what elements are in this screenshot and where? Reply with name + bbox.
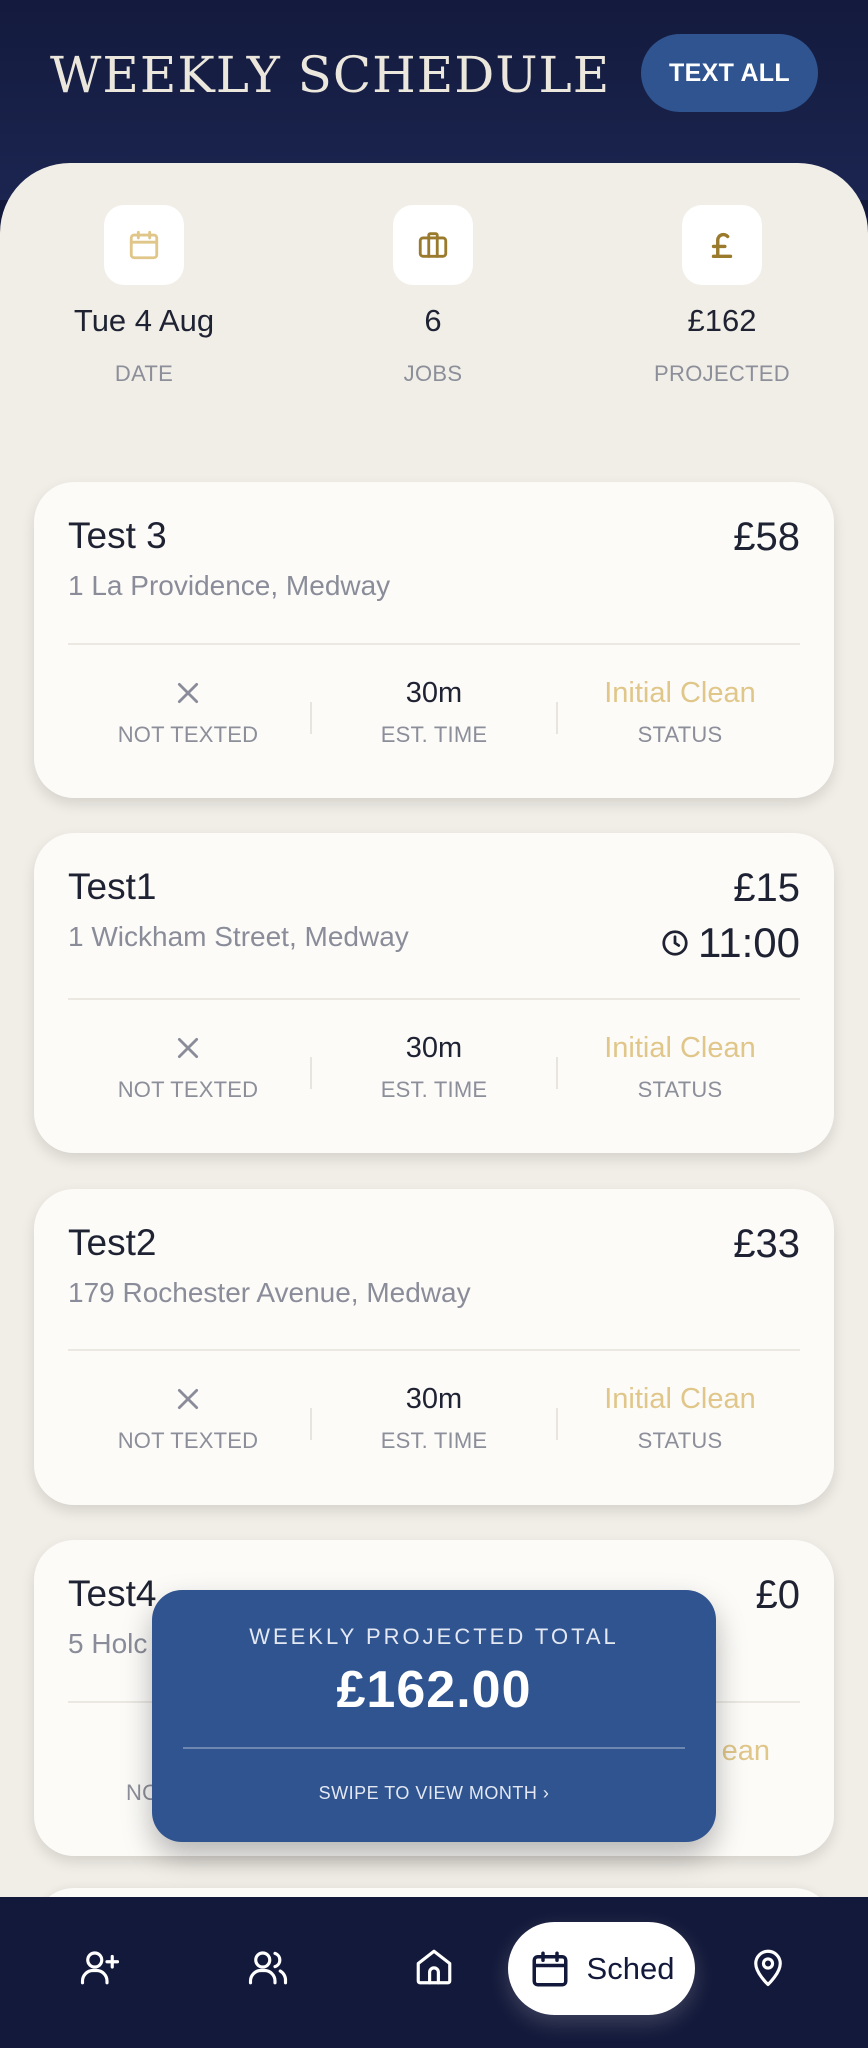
texted-label: NOT TEXTED <box>117 722 259 747</box>
text-status-column[interactable]: NOT TEXTED <box>66 1380 310 1454</box>
est-time-label: EST. TIME <box>380 722 488 747</box>
stat-value: £162 <box>687 303 757 338</box>
calendar-icon <box>104 205 184 285</box>
est-time-value: 30m <box>405 676 463 709</box>
texted-label: NOT TEXTED <box>117 1428 259 1453</box>
text-all-button[interactable]: TEXT ALL <box>641 34 818 112</box>
home-icon[interactable] <box>404 1937 464 1997</box>
job-address: 179 Rochester Avenue, Medway <box>68 1277 471 1308</box>
status-column: Initial Clean STATUS <box>558 1380 802 1454</box>
status-value: Initial Clean <box>604 1031 756 1064</box>
est-time-value: 30m <box>405 1382 463 1415</box>
job-price: £15 <box>733 866 800 910</box>
job-card[interactable]: Test 3 1 La Providence, Medway £58 NOT T… <box>34 482 834 798</box>
job-name: Test4 <box>68 1573 157 1614</box>
status-value: Initial Clean <box>604 676 756 709</box>
job-time: 11:00 <box>660 919 800 967</box>
status-column: Initial Clean STATUS <box>558 1029 802 1103</box>
close-icon <box>66 1380 310 1418</box>
job-address: 1 La Providence, Medway <box>68 570 391 601</box>
job-name: Test2 <box>68 1222 157 1263</box>
page-title: WEEKLY SCHEDULE <box>50 46 611 104</box>
close-icon <box>66 674 310 712</box>
est-time-label: EST. TIME <box>380 1428 488 1453</box>
est-time-column: 30m EST. TIME <box>312 1029 556 1103</box>
pound-icon <box>682 205 762 285</box>
text-status-column[interactable]: NOT TEXTED <box>66 1029 310 1103</box>
job-time-value: 11:00 <box>698 919 800 966</box>
stat-value: Tue 4 Aug <box>73 303 215 338</box>
status-label: STATUS <box>637 1077 723 1102</box>
stat-value: 6 <box>424 303 442 338</box>
divider <box>68 1349 800 1351</box>
briefcase-icon <box>393 205 473 285</box>
text-status-column[interactable]: NOT TEXTED <box>66 674 310 748</box>
est-time-label: EST. TIME <box>380 1077 488 1102</box>
stat-date: Tue 4 Aug DATE <box>44 205 244 387</box>
job-address: 1 Wickham Street, Medway <box>68 921 409 952</box>
divider <box>68 643 800 645</box>
stat-label: JOBS <box>403 361 463 386</box>
est-time-value: 30m <box>405 1031 463 1064</box>
weekly-total-card[interactable]: WEEKLY PROJECTED TOTAL £162.00 SWIPE TO … <box>152 1590 716 1842</box>
est-time-column: 30m EST. TIME <box>312 1380 556 1454</box>
status-label: STATUS <box>637 1428 723 1453</box>
weekly-total-label: WEEKLY PROJECTED TOTAL <box>249 1624 619 1649</box>
status-value: Initial Clean <box>604 1382 756 1415</box>
job-price: £33 <box>733 1222 800 1266</box>
job-address: 5 Holc <box>68 1628 148 1659</box>
swipe-hint[interactable]: SWIPE TO VIEW MONTH › <box>152 1783 716 1804</box>
texted-label: NOT TEXTED <box>117 1077 259 1102</box>
job-card[interactable]: Test2 179 Rochester Avenue, Medway £33 N… <box>34 1189 834 1505</box>
divider <box>68 998 800 1000</box>
job-price: £58 <box>733 515 800 559</box>
status-column: Initial Clean STATUS <box>558 674 802 748</box>
stat-label: DATE <box>114 361 174 386</box>
close-icon <box>66 1029 310 1067</box>
add-user-icon[interactable] <box>70 1937 130 1997</box>
location-pin-icon[interactable] <box>738 1937 798 1997</box>
stat-projected: £162 PROJECTED <box>622 205 822 387</box>
est-time-column: 30m EST. TIME <box>312 674 556 748</box>
divider <box>183 1747 685 1749</box>
job-card[interactable]: Test1 1 Wickham Street, Medway £15 11:00… <box>34 833 834 1153</box>
calendar-icon <box>532 1951 568 1986</box>
job-price: £0 <box>755 1573 801 1617</box>
status-label: STATUS <box>637 722 723 747</box>
job-name: Test1 <box>68 866 157 907</box>
job-name: Test 3 <box>68 515 167 556</box>
nav-schedule-tab[interactable]: Sched <box>508 1922 695 2015</box>
weekly-total-value: £162.00 <box>336 1661 532 1719</box>
nav-schedule-label: Sched <box>586 1950 675 1986</box>
clock-icon <box>662 930 688 956</box>
bottom-nav: Sched <box>0 1897 868 2048</box>
users-icon[interactable] <box>238 1937 298 1997</box>
stat-label: PROJECTED <box>654 361 790 386</box>
stat-jobs: 6 JOBS <box>333 205 533 387</box>
